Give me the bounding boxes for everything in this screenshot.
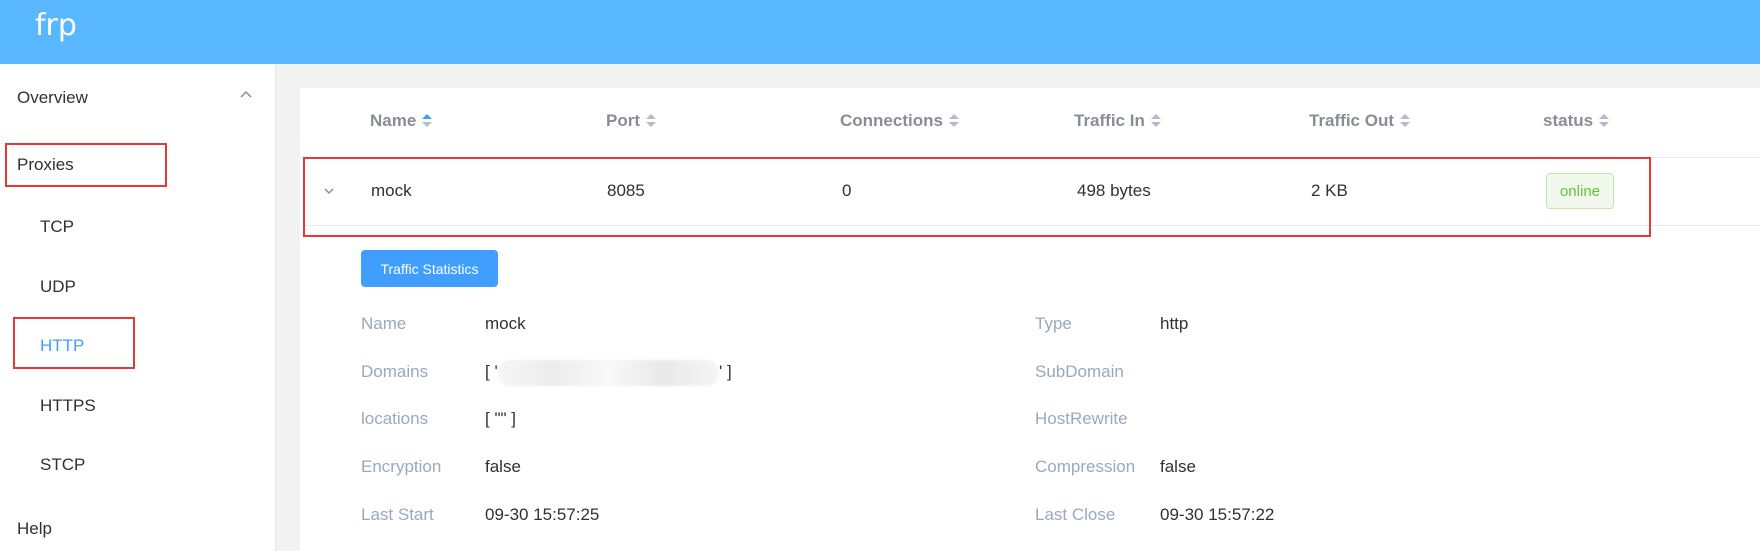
column-header-label: Traffic In: [1074, 111, 1145, 130]
detail-label-last-close: Last Close: [1035, 505, 1116, 524]
column-header-label: Traffic Out: [1309, 111, 1395, 130]
top-bar: frp: [0, 0, 1760, 64]
sort-caret-icon[interactable]: [1400, 114, 1411, 128]
traffic-statistics-button[interactable]: Traffic Statistics: [361, 250, 498, 287]
detail-label-hostrewrite: HostRewrite: [1035, 409, 1128, 428]
detail-value-name: mock: [485, 314, 526, 333]
sidebar: [0, 64, 276, 551]
detail-label-name: Name: [361, 314, 407, 333]
column-header-traffic-out[interactable]: Traffic Out: [1309, 111, 1411, 131]
sidebar-item-udp[interactable]: UDP: [40, 277, 76, 297]
column-header-status[interactable]: status: [1543, 111, 1610, 131]
column-header-connections[interactable]: Connections: [840, 111, 959, 131]
sort-caret-icon[interactable]: [1599, 114, 1610, 128]
column-header-label: Port: [606, 111, 640, 130]
detail-value-last-close: 09-30 15:57:22: [1160, 505, 1275, 524]
sort-caret-icon[interactable]: [422, 114, 433, 128]
detail-value-domains-end: ' ]: [719, 362, 732, 381]
detail-value-last-start: 09-30 15:57:25: [485, 505, 600, 524]
sidebar-item-https[interactable]: HTTPS: [40, 396, 96, 416]
detail-label-compression: Compression: [1035, 457, 1136, 476]
column-header-label: Name: [370, 111, 417, 130]
redacted-domain: [497, 360, 719, 386]
sidebar-item-help[interactable]: Help: [17, 519, 52, 539]
sidebar-item-stcp[interactable]: STCP: [40, 455, 85, 475]
highlight-box-row: [303, 157, 1651, 237]
detail-value-encryption: false: [485, 457, 521, 476]
detail-value-locations: [ "" ]: [485, 409, 516, 428]
column-header-label: status: [1543, 111, 1594, 130]
detail-value-type: http: [1160, 314, 1189, 333]
column-header-label: Connections: [840, 111, 943, 130]
detail-label-domains: Domains: [361, 362, 429, 381]
sort-caret-icon[interactable]: [646, 114, 656, 128]
column-header-traffic-in[interactable]: Traffic In: [1074, 111, 1161, 131]
chevron-up-icon[interactable]: [238, 88, 254, 100]
detail-label-type: Type: [1035, 314, 1072, 333]
detail-value-domains: [ ': [485, 362, 498, 381]
detail-label-last-start: Last Start: [361, 505, 434, 524]
highlight-box-proxies: [5, 143, 167, 187]
sort-caret-icon[interactable]: [1150, 114, 1161, 128]
detail-label-encryption: Encryption: [361, 457, 442, 476]
sort-caret-icon[interactable]: [948, 114, 959, 128]
sidebar-item-tcp[interactable]: TCP: [40, 217, 74, 237]
column-header-port[interactable]: Port: [606, 111, 656, 131]
brand-logo[interactable]: frp: [35, 8, 77, 43]
sidebar-item-overview[interactable]: Overview: [17, 88, 88, 108]
detail-label-subdomain: SubDomain: [1035, 362, 1124, 381]
detail-label-locations: locations: [361, 409, 429, 428]
column-header-name[interactable]: Name: [370, 111, 433, 131]
highlight-box-http: [13, 317, 135, 369]
detail-value-compression: false: [1160, 457, 1196, 476]
